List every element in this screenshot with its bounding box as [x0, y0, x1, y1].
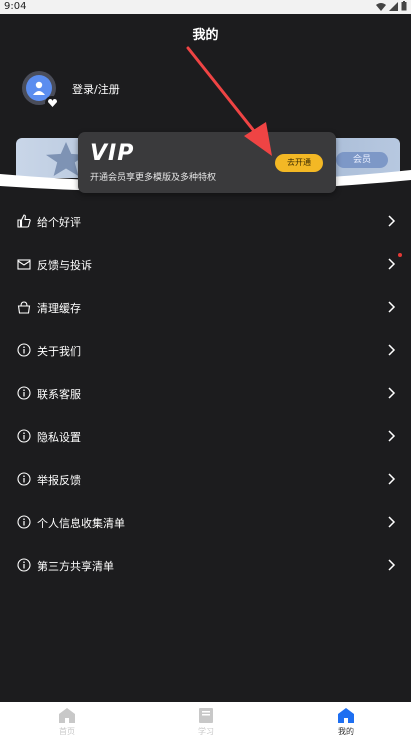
menu-label: 隐私设置 [37, 431, 81, 444]
notification-dot [398, 253, 402, 257]
menu-label: 举报反馈 [37, 474, 81, 487]
page-title: 我的 [192, 28, 219, 43]
login-register-link[interactable]: 登录/注册 [72, 81, 120, 97]
chevron-right-icon [388, 258, 396, 270]
menu-label: 清理缓存 [37, 302, 81, 315]
menu-label: 反馈与投诉 [37, 259, 92, 272]
settings-menu: 给个好评 反馈与投诉 清理缓存 关于我们 联系客服 隐私设置 举报反馈 个人信息… [0, 200, 411, 587]
book-icon [199, 708, 213, 723]
menu-label: 关于我们 [37, 345, 81, 358]
vip-logo: VIP [90, 141, 135, 166]
info-icon [17, 515, 31, 529]
tab-label: 首页 [59, 727, 75, 736]
vip-heart-icon [45, 96, 59, 110]
home-icon [59, 708, 75, 723]
tab-study[interactable]: 学习 [176, 702, 236, 738]
chevron-right-icon [388, 387, 396, 399]
battery-icon [401, 1, 407, 11]
status-bar: 9:04 [0, 0, 411, 14]
chevron-right-icon [388, 301, 396, 313]
mail-icon [17, 259, 31, 270]
chevron-right-icon [388, 516, 396, 528]
menu-item-contact-support[interactable]: 联系客服 [0, 372, 411, 415]
info-icon [17, 472, 31, 486]
tab-home[interactable]: 首页 [37, 702, 97, 738]
info-icon [17, 558, 31, 572]
menu-label: 联系客服 [37, 388, 81, 401]
menu-item-rate[interactable]: 给个好评 [0, 200, 411, 243]
bottom-tab-bar: 首页 学习 我的 [0, 702, 411, 738]
menu-label: 第三方共享清单 [37, 560, 114, 573]
chevron-right-icon [388, 344, 396, 356]
tab-mine[interactable]: 我的 [316, 702, 376, 738]
activate-vip-button[interactable]: 去开通 [275, 154, 323, 172]
vip-popup: VIP 开通会员享更多模版及多种特权 去开通 [78, 132, 336, 193]
menu-item-personal-info-list[interactable]: 个人信息收集清单 [0, 501, 411, 544]
home-icon [338, 708, 354, 723]
signal-icon [389, 1, 398, 11]
tab-label: 我的 [338, 727, 354, 736]
basket-icon [17, 301, 31, 314]
info-icon [17, 386, 31, 400]
menu-item-third-party-list[interactable]: 第三方共享清单 [0, 544, 411, 587]
status-time: 9:04 [4, 1, 27, 12]
info-icon [17, 343, 31, 357]
chevron-right-icon [388, 430, 396, 442]
menu-label: 给个好评 [37, 216, 81, 229]
menu-item-about[interactable]: 关于我们 [0, 329, 411, 372]
menu-label: 个人信息收集清单 [37, 517, 125, 530]
menu-item-feedback[interactable]: 反馈与投诉 [0, 243, 411, 286]
vip-description: 开通会员享更多模版及多种特权 [90, 173, 217, 183]
menu-item-report[interactable]: 举报反馈 [0, 458, 411, 501]
chevron-right-icon [388, 215, 396, 227]
status-icons [376, 1, 407, 11]
chevron-right-icon [388, 473, 396, 485]
tab-label: 学习 [198, 727, 214, 736]
menu-item-privacy-settings[interactable]: 隐私设置 [0, 415, 411, 458]
thumbs-up-icon [17, 214, 31, 228]
info-icon [17, 429, 31, 443]
chevron-right-icon [388, 559, 396, 571]
menu-item-clear-cache[interactable]: 清理缓存 [0, 286, 411, 329]
wifi-icon [376, 2, 386, 11]
